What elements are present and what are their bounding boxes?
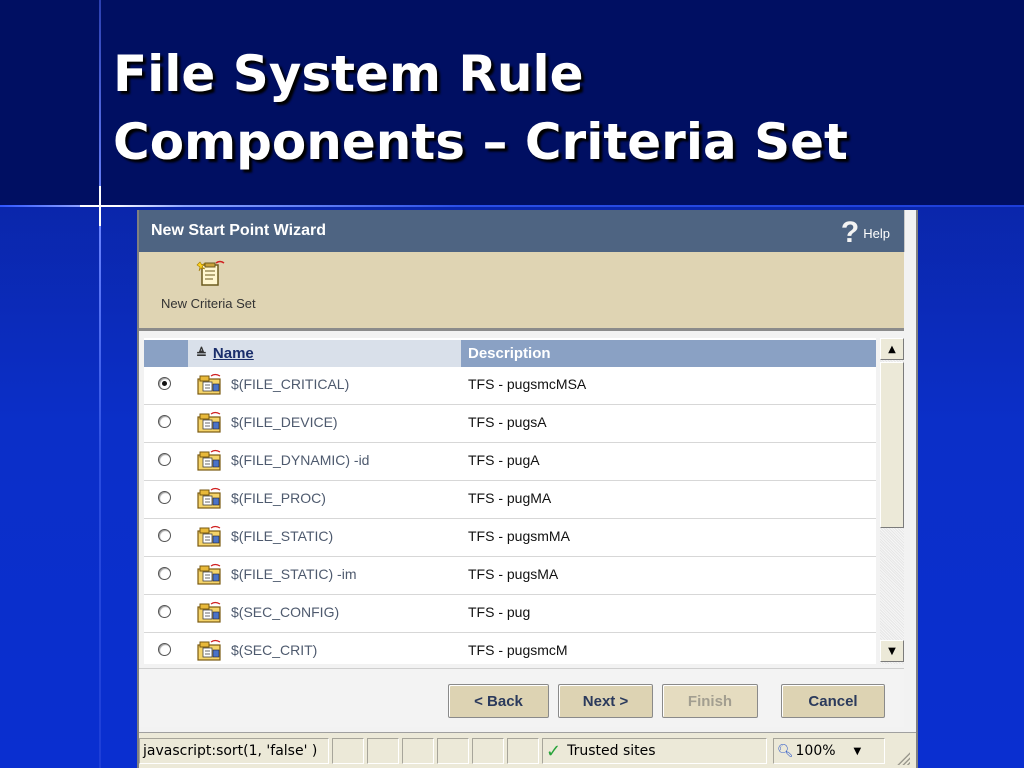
row-name[interactable]: $(SEC_CRIT)	[231, 642, 317, 658]
name-column-header[interactable]: ≜ Name	[188, 340, 461, 367]
criteria-set-icon	[197, 449, 221, 471]
row-name[interactable]: $(FILE_DEVICE)	[231, 414, 338, 430]
zoom-magnifier-icon: 🔍︎	[777, 743, 794, 759]
criteria-set-icon	[197, 373, 221, 395]
status-pane	[507, 738, 539, 764]
select-column-header	[144, 340, 188, 367]
wizard-header: New Start Point Wizard ? Help	[139, 210, 905, 252]
next-button[interactable]: Next >	[558, 684, 653, 718]
row-description: TFS - pugMA	[468, 490, 552, 506]
row-radio-button[interactable]	[158, 453, 171, 466]
wizard-window: New Start Point Wizard ? Help New Criter…	[137, 210, 918, 768]
resize-grip-icon[interactable]	[896, 751, 910, 765]
row-radio-button[interactable]	[158, 415, 171, 428]
chevron-down-icon[interactable]: ▼	[854, 746, 862, 757]
status-pane	[472, 738, 504, 764]
arrow-up-icon: ▲	[888, 343, 896, 355]
status-url-text: javascript:sort(1, 'false' )	[139, 738, 329, 764]
row-name[interactable]: $(FILE_CRITICAL)	[231, 376, 349, 392]
row-name[interactable]: $(SEC_CONFIG)	[231, 604, 339, 620]
scrollbar-thumb[interactable]	[880, 362, 904, 528]
decorative-vertical-line	[99, 0, 101, 768]
row-name[interactable]: $(FILE_DYNAMIC) -id	[231, 452, 369, 468]
row-radio-button[interactable]	[158, 491, 171, 504]
checkmark-icon: ✓	[546, 740, 562, 762]
help-link[interactable]: ? Help	[841, 218, 890, 248]
zoom-control[interactable]: 🔍︎ 100% ▼	[773, 738, 885, 764]
scroll-down-button[interactable]: ▼	[880, 640, 904, 662]
table-row[interactable]: $(SEC_CONFIG) TFS - pug	[144, 595, 876, 633]
row-radio-button[interactable]	[158, 529, 171, 542]
row-radio-button[interactable]	[158, 567, 171, 580]
criteria-set-table: ≜ Name Description $(FILE_CRITICAL) TFS -…	[144, 338, 876, 664]
table-row[interactable]: $(FILE_CRITICAL) TFS - pugsmcMSA	[144, 367, 876, 405]
criteria-set-icon	[197, 601, 221, 623]
slide-title-line-1: File System Rule	[113, 45, 584, 103]
table-row[interactable]: $(SEC_CRIT) TFS - pugsmcM	[144, 633, 876, 664]
vertical-scrollbar[interactable]: ▲ ▼	[880, 338, 904, 664]
help-label: Help	[863, 225, 890, 241]
row-description: TFS - pugsMA	[468, 566, 559, 582]
criteria-set-icon	[197, 525, 221, 547]
new-criteria-set-icon[interactable]	[196, 259, 226, 289]
status-pane	[367, 738, 399, 764]
wizard-footer: < Back Next > Finish Cancel	[139, 668, 904, 727]
table-row[interactable]: $(FILE_STATIC) TFS - pugsmMA	[144, 519, 876, 557]
status-pane	[402, 738, 434, 764]
row-name[interactable]: $(FILE_STATIC) -im	[231, 566, 357, 582]
zoom-level: 100%	[795, 743, 836, 759]
table-row[interactable]: $(FILE_DYNAMIC) -id TFS - pugA	[144, 443, 876, 481]
table-row[interactable]: $(FILE_PROC) TFS - pugMA	[144, 481, 876, 519]
sparkle-decoration	[80, 186, 120, 226]
scroll-up-button[interactable]: ▲	[880, 338, 904, 360]
wizard-toolbar: New Criteria Set	[139, 252, 904, 331]
row-description: TFS - pugsmcMSA	[468, 376, 587, 392]
browser-status-bar: javascript:sort(1, 'false' ) ✓ Trusted s…	[139, 732, 916, 768]
table-row[interactable]: $(FILE_DEVICE) TFS - pugsA	[144, 405, 876, 443]
new-criteria-set-button[interactable]: New Criteria Set	[161, 296, 256, 311]
slide-title: File System Rule Components – Criteria S…	[113, 40, 848, 176]
table-row[interactable]: $(FILE_STATIC) -im TFS - pugsMA	[144, 557, 876, 595]
decorative-horizontal-line	[0, 205, 1024, 207]
row-radio-button[interactable]	[158, 377, 171, 390]
sort-icon: ≜	[196, 345, 207, 361]
criteria-set-icon	[197, 487, 221, 509]
security-zone[interactable]: ✓ Trusted sites	[542, 738, 767, 764]
row-radio-button[interactable]	[158, 643, 171, 656]
criteria-set-icon	[197, 639, 221, 661]
row-description: TFS - pugsmMA	[468, 528, 570, 544]
row-name[interactable]: $(FILE_PROC)	[231, 490, 326, 506]
row-description: TFS - pugA	[468, 452, 540, 468]
row-description: TFS - pugsA	[468, 414, 547, 430]
help-question-icon: ?	[840, 216, 860, 249]
security-zone-label: Trusted sites	[567, 743, 656, 759]
row-description: TFS - pug	[468, 604, 531, 620]
criteria-set-icon	[197, 563, 221, 585]
table-header: ≜ Name Description	[144, 340, 876, 367]
row-description: TFS - pugsmcM	[468, 642, 568, 658]
row-name[interactable]: $(FILE_STATIC)	[231, 528, 333, 544]
criteria-set-icon	[197, 411, 221, 433]
row-radio-button[interactable]	[158, 605, 171, 618]
table-body: $(FILE_CRITICAL) TFS - pugsmcMSA $(FILE_DE…	[144, 367, 876, 664]
back-button[interactable]: < Back	[448, 684, 549, 718]
description-column-header: Description	[461, 340, 876, 367]
name-column-label[interactable]: Name	[213, 345, 254, 362]
status-pane	[332, 738, 364, 764]
wizard-title: New Start Point Wizard	[151, 222, 326, 239]
finish-button: Finish	[662, 684, 758, 718]
status-pane	[437, 738, 469, 764]
arrow-down-icon: ▼	[888, 645, 896, 657]
slide-title-line-2: Components – Criteria Set	[113, 113, 848, 171]
cancel-button[interactable]: Cancel	[781, 684, 885, 718]
